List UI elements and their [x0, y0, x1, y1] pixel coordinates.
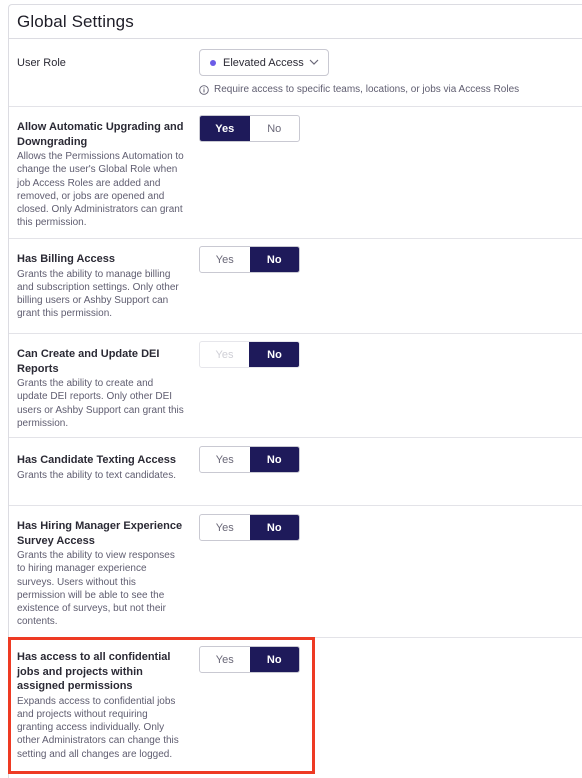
no-option[interactable]: No [250, 116, 300, 141]
setting-title: Has access to all confidential jobs and … [17, 651, 171, 692]
setting-row-auto-upgrade: Allow Automatic Upgrading and Downgradin… [9, 107, 582, 239]
user-role-row: User Role Elevated Access Require access… [9, 40, 582, 107]
yes-option[interactable]: Yes [200, 247, 250, 272]
setting-row-texting: Has Candidate Texting Access Grants the … [9, 438, 582, 506]
no-option[interactable]: No [249, 447, 299, 472]
setting-description: Grants the ability to text candidates. [17, 469, 176, 481]
billing-access-toggle: Yes No [199, 246, 300, 273]
setting-description: Grants the ability to view responses to … [17, 550, 175, 628]
info-icon [199, 84, 209, 95]
dei-reports-toggle: Yes No [199, 341, 300, 368]
setting-title: Has Hiring Manager Experience Survey Acc… [17, 520, 183, 547]
setting-row-confidential-jobs: Has access to all confidential jobs and … [9, 638, 582, 778]
setting-description: Grants the ability to manage billing and… [17, 268, 179, 320]
setting-row-dei-reports: Can Create and Update DEI Reports Grants… [9, 334, 582, 438]
user-role-select[interactable]: Elevated Access [199, 49, 329, 76]
setting-title: Has Billing Access [17, 253, 116, 265]
no-option[interactable]: No [249, 247, 299, 272]
chevron-down-icon [309, 59, 319, 65]
setting-title: Allow Automatic Upgrading and Downgradin… [17, 121, 184, 148]
setting-description: Expands access to confidential jobs and … [17, 695, 179, 760]
access-roles-hint: Require access to specific teams, locati… [199, 84, 519, 95]
no-option[interactable]: No [249, 342, 299, 367]
yes-option[interactable]: Yes [200, 116, 250, 141]
texting-access-toggle: Yes No [199, 446, 300, 473]
yes-option[interactable]: Yes [200, 447, 250, 472]
yes-option[interactable]: Yes [200, 515, 250, 540]
no-option[interactable]: No [249, 515, 299, 540]
setting-description: Grants the ability to create and update … [17, 378, 184, 429]
panel-header: Global Settings [9, 5, 582, 39]
confidential-access-toggle: Yes No [199, 646, 300, 673]
setting-description: Allows the Permissions Automation to cha… [17, 151, 184, 229]
role-status-dot [210, 59, 216, 66]
page-title: Global Settings [17, 12, 134, 31]
auto-upgrade-toggle: Yes No [199, 115, 300, 142]
user-role-label: User Role [17, 57, 66, 69]
hint-text: Require access to specific teams, locati… [214, 84, 520, 95]
hm-survey-toggle: Yes No [199, 514, 300, 541]
global-settings-panel: Global Settings User Role Elevated Acces… [8, 4, 582, 778]
no-option[interactable]: No [249, 647, 299, 672]
setting-title: Has Candidate Texting Access [17, 454, 176, 466]
yes-option[interactable]: Yes [200, 647, 250, 672]
user-role-value: Elevated Access [223, 56, 304, 69]
setting-title: Can Create and Update DEI Reports [17, 348, 160, 375]
setting-row-hm-survey: Has Hiring Manager Experience Survey Acc… [9, 506, 582, 638]
setting-row-billing: Has Billing Access Grants the ability to… [9, 239, 582, 334]
yes-option: Yes [215, 348, 234, 361]
